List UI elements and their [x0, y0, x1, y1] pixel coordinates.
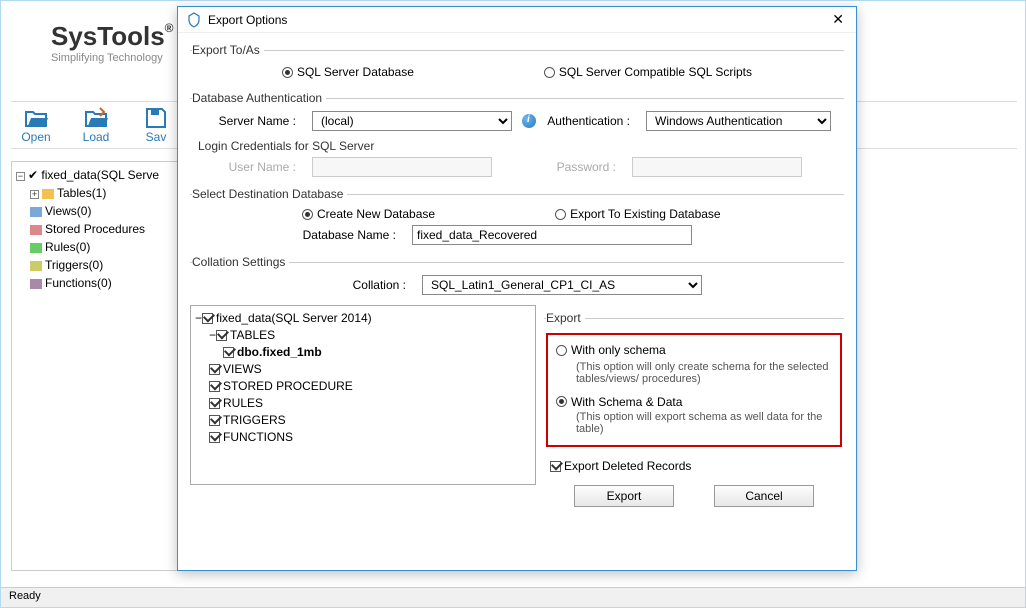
radio-icon — [302, 209, 313, 220]
table-icon — [42, 189, 54, 199]
checkbox[interactable] — [209, 432, 220, 443]
radio-sql-server-db[interactable]: SQL Server Database — [282, 65, 414, 79]
expand-icon[interactable]: + — [30, 190, 39, 199]
collapse-icon[interactable]: − — [16, 172, 25, 181]
username-input — [312, 157, 492, 177]
export-deleted-row[interactable]: Export Deleted Records — [544, 459, 844, 473]
server-name-label: Server Name : — [192, 114, 302, 128]
export-mode-group: Export With only schema (This option wil… — [544, 311, 844, 449]
save-button[interactable]: Sav — [131, 106, 181, 144]
function-icon — [30, 279, 42, 289]
username-label: User Name : — [192, 160, 302, 174]
checkbox[interactable] — [223, 347, 234, 358]
export-to-as-group: Export To/As SQL Server Database SQL Ser… — [190, 43, 844, 85]
creds-legend: Login Credentials for SQL Server — [198, 139, 842, 153]
checkbox[interactable] — [550, 461, 561, 472]
export-options-dialog: Export Options ✕ Export To/As SQL Server… — [177, 6, 857, 571]
checkbox[interactable] — [209, 381, 220, 392]
auth-label: Authentication : — [546, 114, 636, 128]
schema-data-desc: (This option will export schema as well … — [556, 411, 832, 435]
checkbox[interactable] — [216, 330, 227, 341]
cancel-button[interactable]: Cancel — [714, 485, 814, 507]
sproc-icon — [30, 225, 42, 235]
checkbox[interactable] — [209, 398, 220, 409]
db-auth-group: Database Authentication Server Name : (l… — [190, 91, 844, 181]
rule-icon — [30, 243, 42, 253]
app-icon — [186, 12, 202, 28]
info-icon[interactable] — [522, 114, 536, 128]
radio-create-new-db[interactable]: Create New Database — [302, 207, 435, 221]
radio-icon — [282, 67, 293, 78]
export-button[interactable]: Export — [574, 485, 674, 507]
otree-functions[interactable]: FUNCTIONS — [209, 429, 531, 446]
password-label: Password : — [502, 160, 622, 174]
collapse-icon[interactable]: − — [195, 311, 202, 325]
radio-sql-scripts[interactable]: SQL Server Compatible SQL Scripts — [544, 65, 752, 79]
otree-sprocs[interactable]: STORED PROCEDURE — [209, 378, 531, 395]
radio-icon — [556, 396, 567, 407]
otree-views[interactable]: VIEWS — [209, 361, 531, 378]
trigger-icon — [30, 261, 42, 271]
radio-existing-db[interactable]: Export To Existing Database — [555, 207, 721, 221]
schema-only-desc: (This option will only create schema for… — [556, 361, 832, 385]
server-name-select[interactable]: (local) — [312, 111, 512, 131]
close-button[interactable]: ✕ — [828, 11, 848, 28]
app-logo: SysTools® Simplifying Technology — [51, 21, 174, 64]
collation-select[interactable]: SQL_Latin1_General_CP1_CI_AS — [422, 275, 702, 295]
collation-label: Collation : — [322, 278, 412, 292]
view-icon — [30, 207, 42, 217]
dest-db-group: Select Destination Database Create New D… — [190, 187, 844, 249]
radio-icon — [555, 209, 566, 220]
otree-table-item[interactable]: dbo.fixed_1mb — [223, 344, 531, 361]
otree-triggers[interactable]: TRIGGERS — [209, 412, 531, 429]
checkbox[interactable] — [202, 313, 213, 324]
radio-schema-data[interactable]: With Schema & Data — [556, 395, 682, 409]
collapse-icon[interactable]: − — [209, 328, 216, 342]
otree-root[interactable]: −fixed_data(SQL Server 2014) −TABLES dbo… — [195, 310, 531, 446]
auth-select[interactable]: Windows Authentication — [646, 111, 831, 131]
brand-name: SysTools — [51, 21, 165, 51]
radio-icon — [556, 345, 567, 356]
dbname-label: Database Name : — [292, 228, 402, 242]
password-input — [632, 157, 802, 177]
checkbox[interactable] — [209, 364, 220, 375]
open-button[interactable]: Open — [11, 106, 61, 144]
radio-icon — [544, 67, 555, 78]
otree-rules[interactable]: RULES — [209, 395, 531, 412]
object-tree[interactable]: −fixed_data(SQL Server 2014) −TABLES dbo… — [190, 305, 536, 485]
status-bar: Ready — [1, 587, 1025, 607]
export-highlight-box: With only schema (This option will only … — [546, 333, 842, 447]
otree-tables[interactable]: −TABLES dbo.fixed_1mb — [209, 327, 531, 361]
checkbox[interactable] — [209, 415, 220, 426]
load-button[interactable]: Load — [71, 106, 121, 144]
radio-schema-only[interactable]: With only schema — [556, 343, 666, 357]
collation-group: Collation Settings Collation : SQL_Latin… — [190, 255, 844, 299]
dbname-input[interactable] — [412, 225, 692, 245]
brand-tagline: Simplifying Technology — [51, 52, 174, 64]
dialog-title: Export Options — [208, 13, 828, 27]
